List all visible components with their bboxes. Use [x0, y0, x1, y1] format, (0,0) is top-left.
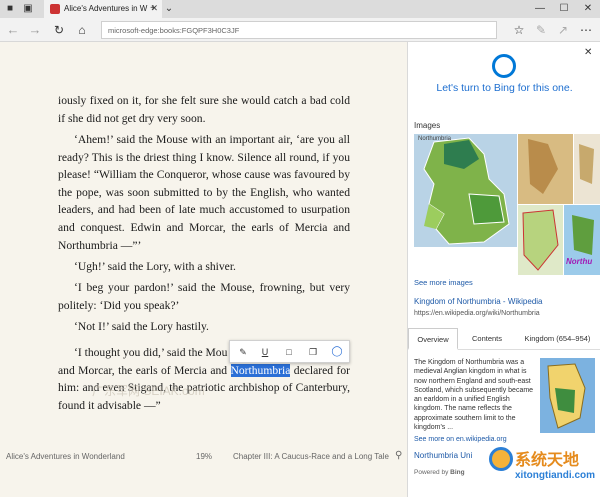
see-more-images-link[interactable]: See more images: [414, 278, 473, 287]
favorites-hub-icon[interactable]: ☆: [511, 22, 527, 38]
map-caption: Northu: [566, 257, 593, 266]
search-icon[interactable]: ⚲: [395, 450, 402, 461]
tab-preview-icon[interactable]: ■: [2, 1, 18, 17]
result-thumbnail[interactable]: [540, 358, 595, 433]
image-thumbnail[interactable]: Northumbria: [414, 134, 517, 247]
book-paragraph: ‘Ugh!’ said the Lory, with a shiver.: [74, 260, 236, 273]
tab-overview[interactable]: Overview: [408, 328, 458, 350]
reader-footer: Alice's Adventures in Wonderland 19% Cha…: [0, 447, 407, 465]
bing-brand: Bing: [450, 469, 465, 476]
result-tabs: Overview Contents Kingdom (654–954): [408, 328, 600, 350]
cortana-icon: [492, 54, 516, 78]
chapter-title: Chapter III: A Caucus-Race and a Long Ta…: [233, 452, 389, 461]
comment-icon[interactable]: □: [282, 345, 296, 359]
book-paragraph: ‘Ahem!’ said the Mouse with an important…: [58, 133, 350, 252]
highlighter-icon[interactable]: ✎: [236, 345, 250, 359]
selection-toolbar: ✎ U □ ❐ ◯: [229, 340, 350, 363]
new-tab-icon[interactable]: +: [145, 1, 161, 17]
image-thumbnail[interactable]: [518, 134, 573, 204]
minimize-icon[interactable]: —: [532, 1, 548, 17]
result-description: The Kingdom of Northumbria was a medieva…: [414, 359, 534, 432]
map-fragment-icon: [574, 134, 600, 204]
tab-bar: ■ ▣ Alice's Adventures in W ✕ + ⌄ — ☐ ✕: [0, 0, 600, 18]
book-title: Alice's Adventures in Wonderland: [6, 452, 125, 461]
book-reader: iously fixed on it, for she felt sure sh…: [0, 42, 407, 497]
image-thumbnail[interactable]: Northu: [564, 205, 600, 275]
result-title-link[interactable]: Kingdom of Northumbria - Wikipedia: [414, 297, 543, 306]
kingdom-map-icon: [540, 358, 595, 433]
bing-message: Let's turn to Bing for this one.: [436, 82, 573, 94]
web-note-icon[interactable]: ✎: [533, 22, 549, 38]
book-favicon-icon: [50, 4, 60, 14]
images-label: Images: [414, 121, 441, 130]
refresh-icon[interactable]: ↻: [51, 22, 67, 38]
image-thumbnail[interactable]: [574, 134, 600, 204]
watermark-right: 系统天地 xitongtiandi.com: [485, 442, 597, 490]
ask-cortana-icon[interactable]: ◯: [330, 345, 344, 359]
back-icon[interactable]: ←: [5, 22, 21, 38]
reading-progress: 19%: [196, 452, 213, 461]
selected-word[interactable]: Northumbria: [230, 363, 291, 377]
map-label: Northumbria: [418, 136, 452, 142]
tab-list-chevron-icon[interactable]: ⌄: [161, 1, 177, 17]
watermark-left: 广东军网 SEIAK.com: [92, 384, 205, 398]
copy-icon[interactable]: ❐: [306, 345, 320, 359]
region-map-icon: [518, 205, 563, 275]
cortana-panel: ✕ Let's turn to Bing for this one. Image…: [407, 42, 600, 497]
book-paragraph: iously fixed on it, for she felt sure sh…: [58, 94, 350, 125]
book-text: declared for: [290, 363, 351, 377]
close-panel-icon[interactable]: ✕: [584, 47, 592, 58]
powered-by: Powered by Bing: [414, 469, 465, 476]
book-paragraph: ‘I beg your pardon!’ said the Mouse, fro…: [58, 281, 350, 312]
address-bar[interactable]: microsoft-edge:books:FGQPF3H0C3JF: [101, 21, 497, 39]
tab-contents[interactable]: Contents: [463, 328, 511, 350]
watermark-logo-icon: [489, 447, 513, 471]
book-paragraph: ‘Not I!’ said the Lory hastily.: [74, 320, 209, 333]
forward-icon[interactable]: →: [27, 22, 43, 38]
powered-by-text: Powered by: [414, 469, 449, 476]
tab-title: Alice's Adventures in W: [64, 4, 148, 13]
underline-icon[interactable]: U: [258, 345, 272, 359]
home-icon[interactable]: ⌂: [74, 22, 90, 38]
maximize-icon[interactable]: ☐: [556, 1, 572, 17]
watermark-brand: 系统天地: [515, 452, 580, 469]
address-text: microsoft-edge:books:FGQPF3H0C3JF: [108, 26, 240, 35]
more-icon[interactable]: ⋯: [578, 22, 594, 38]
image-thumbnail[interactable]: [518, 205, 563, 275]
northumbria-map-icon: [423, 137, 510, 245]
book-text: and Morcar, the earls of Mercia and: [58, 363, 231, 377]
tabs-aside-icon[interactable]: ▣: [20, 1, 36, 17]
watermark-url: xitongtiandi.com: [515, 470, 595, 481]
next-result-link[interactable]: Northumbria Uni: [414, 451, 472, 460]
share-icon[interactable]: ↗: [555, 22, 571, 38]
old-map-icon: [518, 134, 573, 204]
tab-kingdom[interactable]: Kingdom (654–954): [514, 328, 600, 350]
book-text: ‘I thought you did,’ said the Mou: [74, 346, 228, 359]
close-window-icon[interactable]: ✕: [580, 1, 596, 17]
result-url: https://en.wikipedia.org/wiki/Northumbri…: [414, 310, 540, 317]
